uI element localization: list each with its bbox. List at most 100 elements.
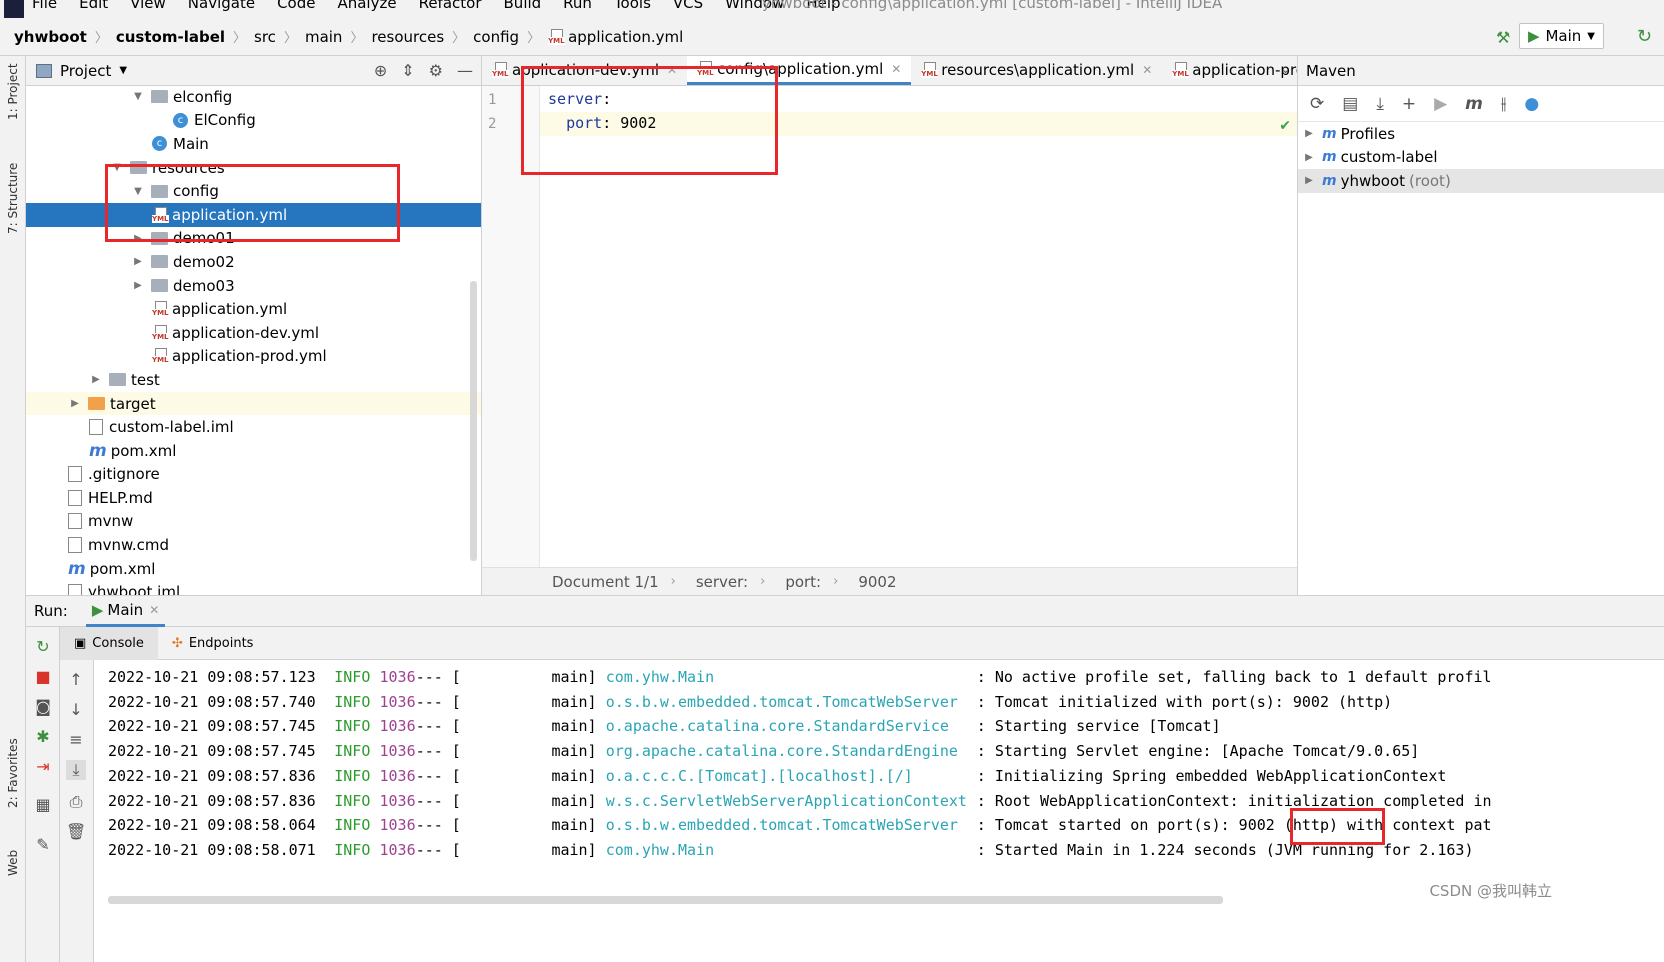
tree-item[interactable]: m pom.xml <box>26 439 481 463</box>
tree-item[interactable]: c ElConfig <box>26 109 481 133</box>
tree-item[interactable]: c Main <box>26 132 481 156</box>
editor-tab[interactable]: application-pro <box>1162 56 1297 85</box>
expand-arrow-icon[interactable]: ▶ <box>131 256 145 267</box>
camera-icon[interactable]: ◙ <box>33 697 53 716</box>
scroll-to-end-icon[interactable]: ⤓ <box>66 760 86 780</box>
tree-item[interactable]: ▼ config <box>26 179 481 203</box>
pin-icon[interactable]: ✎ <box>33 835 53 854</box>
tree-item[interactable]: ▼ resources <box>26 156 481 180</box>
exit-icon[interactable]: ⇥ <box>33 757 53 776</box>
gear-icon[interactable]: ⚙ <box>429 61 443 80</box>
vertical-scrollbar[interactable] <box>470 281 477 561</box>
tree-item[interactable]: yhwboot.iml <box>26 580 481 595</box>
breadcrumb-item[interactable]: config <box>473 28 519 46</box>
tree-item[interactable]: ▶ test <box>26 368 481 392</box>
project-panel-title[interactable]: Project <box>60 62 111 80</box>
menu-item-view[interactable]: View <box>130 0 166 12</box>
menu-item-analyze[interactable]: Analyze <box>337 0 396 12</box>
tree-item[interactable]: ▶ demo01 <box>26 227 481 251</box>
tree-item[interactable]: application.yml <box>26 202 481 227</box>
expand-arrow-icon[interactable]: ▼ <box>131 91 145 102</box>
status-port[interactable]: port: <box>785 573 821 591</box>
expand-arrow-icon[interactable]: ▼ <box>110 162 124 173</box>
close-icon[interactable]: ✕ <box>1142 63 1152 77</box>
expand-arrow-icon[interactable]: ▶ <box>1302 152 1316 163</box>
expand-arrow-icon[interactable]: ▶ <box>89 374 103 385</box>
breadcrumb-item[interactable]: application.yml <box>568 28 683 46</box>
run-icon[interactable]: ▶ <box>1434 94 1447 114</box>
collapse-all-icon[interactable]: ⇕ <box>401 61 414 80</box>
editor-tab[interactable]: resources\application.yml ✕ <box>911 56 1162 85</box>
menu-item-navigate[interactable]: Navigate <box>188 0 255 12</box>
code-area[interactable]: server: port: 9002 ✔ <box>540 86 1297 567</box>
chevron-down-icon[interactable]: ⌄ <box>1280 62 1291 77</box>
editor-tab[interactable]: application-dev.yml ✕ <box>482 56 687 85</box>
tree-item[interactable]: application-dev.yml <box>26 321 481 345</box>
download-icon[interactable]: ⤓ <box>1376 94 1384 114</box>
add-folder-icon[interactable]: ▤ <box>1342 94 1358 114</box>
chevron-down-icon[interactable]: ▼ <box>119 65 127 76</box>
breadcrumb-item[interactable]: resources <box>371 28 444 46</box>
restore-layout-icon[interactable]: ✱ <box>33 727 53 746</box>
tree-item[interactable]: ▼ elconfig <box>26 85 481 109</box>
horizontal-scrollbar[interactable] <box>108 896 1223 904</box>
tree-item[interactable]: application.yml <box>26 297 481 321</box>
project-tool-tab[interactable]: 1: Project <box>6 63 20 120</box>
expand-arrow-icon[interactable]: ▶ <box>131 280 145 291</box>
toggle-offline-icon[interactable]: ⫲ <box>1501 94 1507 114</box>
menu-item-file[interactable]: File <box>32 0 57 12</box>
reload-icon[interactable]: ⟳ <box>1310 94 1324 114</box>
menu-item-build[interactable]: Build <box>504 0 542 12</box>
rerun-icon[interactable]: ↻ <box>33 637 53 656</box>
breadcrumb-item[interactable]: main <box>305 28 342 46</box>
rerun-icon[interactable]: ↻ <box>1637 26 1652 47</box>
console-output[interactable]: 2022-10-21 09:08:57.123 INFO 1036--- [main… <box>94 660 1664 962</box>
tree-item[interactable]: mvnw <box>26 510 481 534</box>
maven-item[interactable]: ▶ m custom-label <box>1298 146 1664 170</box>
tree-item[interactable]: application-prod.yml <box>26 345 481 369</box>
tree-item[interactable]: custom-label.iml <box>26 415 481 439</box>
structure-tool-tab[interactable]: 7: Structure <box>6 163 20 234</box>
print-icon[interactable]: ⎙ <box>66 792 86 812</box>
stop-icon[interactable]: ■ <box>33 667 53 686</box>
menu-item-refactor[interactable]: Refactor <box>419 0 482 12</box>
tab-endpoints[interactable]: ✣ Endpoints <box>158 627 268 660</box>
tree-item[interactable]: ▶ target <box>26 391 481 416</box>
status-document[interactable]: Document 1/1 <box>552 573 659 591</box>
soft-wrap-icon[interactable]: ≡ <box>66 730 86 749</box>
menu-item-tools[interactable]: Tools <box>614 0 651 12</box>
maven-item[interactable]: ▶ m Profiles <box>1298 122 1664 146</box>
web-tool-tab[interactable]: Web <box>6 850 20 876</box>
maven-goal-icon[interactable]: m <box>1465 94 1483 114</box>
expand-arrow-icon[interactable]: ▶ <box>1302 175 1316 186</box>
tree-item[interactable]: m pom.xml <box>26 557 481 581</box>
build-hammer-icon[interactable]: ⚒ <box>1496 28 1514 47</box>
close-icon[interactable]: ✕ <box>891 62 901 76</box>
menu-item-vcs[interactable]: VCS <box>673 0 703 12</box>
expand-arrow-icon[interactable]: ▶ <box>1302 128 1316 139</box>
editor-tab[interactable]: config\application.yml ✕ <box>687 56 912 85</box>
tab-console[interactable]: ▣ Console <box>60 626 158 660</box>
layout-icon[interactable]: ▦ <box>33 795 53 814</box>
breadcrumb-item[interactable]: custom-label <box>116 28 225 46</box>
trash-icon[interactable]: 🗑 <box>66 822 86 841</box>
tree-item[interactable]: ▶ demo03 <box>26 274 481 298</box>
tree-item[interactable]: .gitignore <box>26 463 481 487</box>
tree-item[interactable]: mvnw.cmd <box>26 533 481 557</box>
breadcrumb-item[interactable]: yhwboot <box>14 28 87 46</box>
maven-item[interactable]: ▶ m yhwboot (root) <box>1298 169 1664 193</box>
locate-icon[interactable]: ⊕ <box>374 61 387 80</box>
breadcrumb-item[interactable]: src <box>254 28 276 46</box>
status-server[interactable]: server: <box>696 573 748 591</box>
close-icon[interactable]: ✕ <box>149 603 159 617</box>
skip-tests-icon[interactable]: ● <box>1524 94 1539 114</box>
status-value[interactable]: 9002 <box>858 573 896 591</box>
menu-item-code[interactable]: Code <box>277 0 315 12</box>
expand-arrow-icon[interactable]: ▼ <box>131 186 145 197</box>
tree-item[interactable]: ▶ demo02 <box>26 250 481 274</box>
close-icon[interactable]: ✕ <box>667 63 677 77</box>
expand-arrow-icon[interactable]: ▶ <box>131 233 145 244</box>
tree-item[interactable]: HELP.md <box>26 486 481 510</box>
down-arrow-icon[interactable]: ↓ <box>66 700 86 719</box>
menu-item-edit[interactable]: Edit <box>79 0 108 12</box>
